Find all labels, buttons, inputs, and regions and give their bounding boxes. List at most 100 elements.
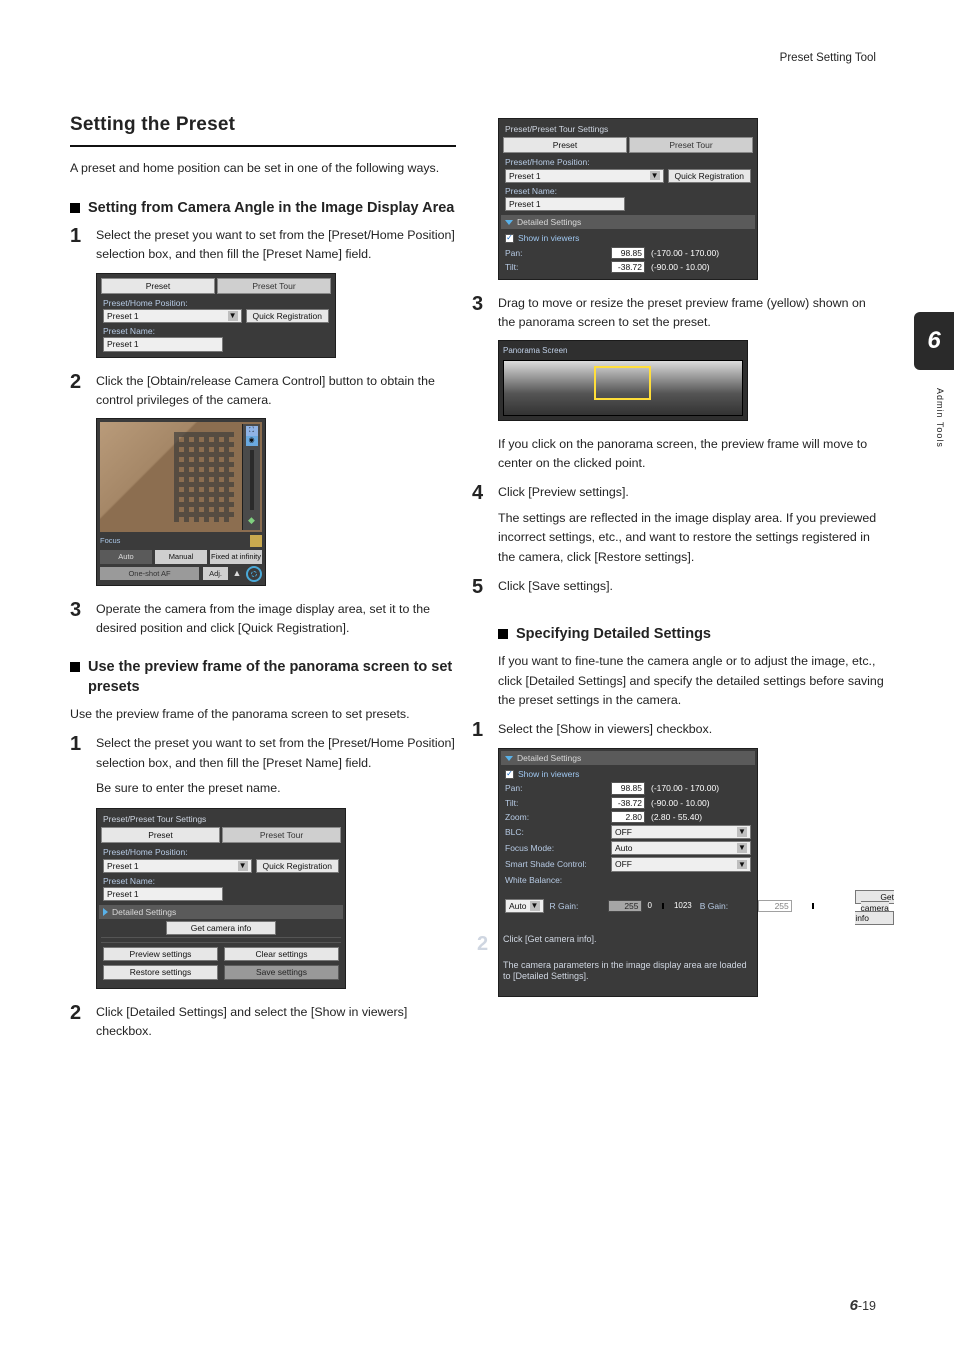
input-preset-name[interactable]: Preset 1 (505, 197, 625, 211)
tilt-label: Tilt: (505, 798, 605, 808)
pan-value[interactable]: 98.85 (611, 782, 645, 794)
r-gain-label: R Gain: (550, 901, 602, 911)
camera-snapshot-icon[interactable]: ◉ (246, 436, 258, 446)
bookmark-icon[interactable] (250, 535, 262, 547)
show-in-viewers-checkbox[interactable]: ✓Show in viewers (505, 233, 751, 243)
detailed-settings-header[interactable]: Detailed Settings (99, 905, 343, 919)
detailed-settings-panel: Detailed Settings ✓Show in viewers Pan: 9… (498, 748, 758, 997)
white-balance-select[interactable]: Auto▼ (505, 899, 544, 913)
tab-preset[interactable]: Preset (101, 827, 220, 843)
sub-heading-b: Use the preview frame of the panorama sc… (88, 658, 456, 697)
panorama-image[interactable] (503, 360, 743, 416)
square-bullet-icon (70, 662, 80, 672)
camera-control-icon[interactable]: ⛶ (246, 426, 258, 436)
clear-settings-button[interactable]: Clear settings (224, 947, 339, 961)
pan-range: (-170.00 - 170.00) (651, 783, 719, 793)
step-note: Be sure to enter the preset name. (96, 779, 456, 798)
quick-registration-button[interactable]: Quick Registration (246, 309, 329, 323)
b-gain-slider[interactable] (812, 903, 814, 909)
zoom-value[interactable]: 2.80 (611, 811, 645, 823)
intro-text: A preset and home position can be set in… (70, 159, 456, 178)
sub-b-intro: Use the preview frame of the panorama sc… (70, 705, 456, 724)
focus-manual-button[interactable]: Manual (155, 550, 207, 564)
input-preset-name[interactable]: Preset 1 (103, 887, 223, 901)
step-number: 5 (472, 577, 488, 597)
save-settings-button[interactable]: Save settings (224, 965, 339, 979)
preset-panel-full: Preset/Preset Tour Settings Preset Prese… (96, 808, 346, 988)
header-tool-name: Preset Setting Tool (780, 50, 876, 68)
tab-preset-tour[interactable]: Preset Tour (217, 278, 331, 294)
panel-title: Preset/Preset Tour Settings (503, 123, 753, 137)
focus-auto-button[interactable]: Auto (100, 550, 152, 564)
tilt-value[interactable]: -38.72 (611, 261, 645, 273)
label-preset-position: Preset/Home Position: (103, 847, 339, 857)
pan-label: Pan: (505, 248, 605, 258)
select-preset-position[interactable]: Preset 1▼ (103, 309, 242, 323)
step-note: If you click on the panorama screen, the… (498, 435, 884, 473)
sub-heading-c: Specifying Detailed Settings (516, 625, 711, 645)
dropdown-icon: ▼ (650, 171, 660, 181)
detailed-settings-header[interactable]: Detailed Settings (501, 215, 755, 229)
step-text: Click the [Obtain/release Camera Control… (96, 372, 456, 410)
pan-label: Pan: (505, 783, 605, 793)
expand-down-icon (505, 756, 513, 761)
step-number: 4 (472, 483, 488, 503)
label-preset-position: Preset/Home Position: (505, 157, 751, 167)
adj-button[interactable]: Adj. (203, 567, 228, 581)
select-preset-position[interactable]: Preset 1▼ (505, 169, 664, 183)
preset-panel-detail-top: Preset/Preset Tour Settings Preset Prese… (498, 118, 758, 280)
smart-shade-select[interactable]: OFF▼ (611, 857, 751, 871)
tilt-range: (-90.00 - 10.00) (651, 798, 710, 808)
step-number: 3 (472, 294, 488, 332)
side-label: Admin Tools (932, 388, 946, 448)
label-preset-name: Preset Name: (103, 326, 329, 336)
r-gain-slider[interactable] (662, 903, 664, 909)
show-in-viewers-checkbox[interactable]: ✓Show in viewers (505, 769, 751, 779)
step-number: 1 (472, 720, 488, 740)
quick-registration-button[interactable]: Quick Registration (256, 859, 339, 873)
adjust-up-icon[interactable]: ▲ (232, 567, 242, 581)
white-balance-label: White Balance: (505, 875, 751, 885)
pan-value[interactable]: 98.85 (611, 247, 645, 259)
input-preset-name[interactable]: Preset 1 (103, 337, 223, 351)
select-preset-position[interactable]: Preset 1▼ (103, 859, 252, 873)
zoom-range: (2.80 - 55.40) (651, 812, 702, 822)
step-number: 1 (70, 226, 86, 264)
preview-settings-button[interactable]: Preview settings (103, 947, 218, 961)
tab-preset[interactable]: Preset (503, 137, 627, 153)
focus-mode-select[interactable]: Auto▼ (611, 841, 751, 855)
panel-title: Preset/Preset Tour Settings (101, 813, 341, 827)
label-preset-name: Preset Name: (505, 186, 751, 196)
preset-panel-small: Preset Preset Tour Preset/Home Position:… (96, 273, 336, 358)
step-number: 2 (477, 934, 493, 954)
tab-preset-tour[interactable]: Preset Tour (222, 827, 341, 843)
square-bullet-icon (498, 629, 508, 639)
camera-live-view[interactable] (100, 422, 262, 532)
b-gain-label: B Gain: (700, 901, 752, 911)
get-camera-info-button[interactable]: Get camera info (855, 890, 894, 926)
tab-preset-tour[interactable]: Preset Tour (629, 137, 753, 153)
gain-max: 1023 (824, 901, 842, 911)
oneshot-af-button[interactable]: One-shot AF (100, 567, 199, 581)
tab-preset[interactable]: Preset (101, 278, 215, 294)
gain-min: 0 (648, 901, 652, 911)
settings-gear-icon[interactable] (246, 566, 262, 582)
step-text: Drag to move or resize the preset previe… (498, 294, 884, 332)
step-text: Select the preset you want to set from t… (96, 226, 456, 264)
smart-shade-label: Smart Shade Control: (505, 859, 605, 869)
get-camera-info-button[interactable]: Get camera info (166, 921, 276, 935)
focus-fixed-button[interactable]: Fixed at infinity (210, 550, 262, 564)
blc-select[interactable]: OFF▼ (611, 825, 751, 839)
detailed-settings-header[interactable]: Detailed Settings (501, 751, 755, 765)
quick-registration-button[interactable]: Quick Registration (668, 169, 751, 183)
b-gain-value: 255 (758, 900, 792, 912)
gain-min: 0 (798, 901, 802, 911)
zoom-slider[interactable] (250, 450, 254, 510)
step-text: Click [Preview settings]. (498, 483, 884, 503)
dropdown-icon: ▼ (737, 827, 747, 837)
focus-mode-label: Focus Mode: (505, 843, 605, 853)
step-note: The settings are reflected in the image … (498, 509, 884, 567)
step-text: Click [Get camera info]. (503, 934, 753, 954)
restore-settings-button[interactable]: Restore settings (103, 965, 218, 979)
tilt-value[interactable]: -38.72 (611, 797, 645, 809)
